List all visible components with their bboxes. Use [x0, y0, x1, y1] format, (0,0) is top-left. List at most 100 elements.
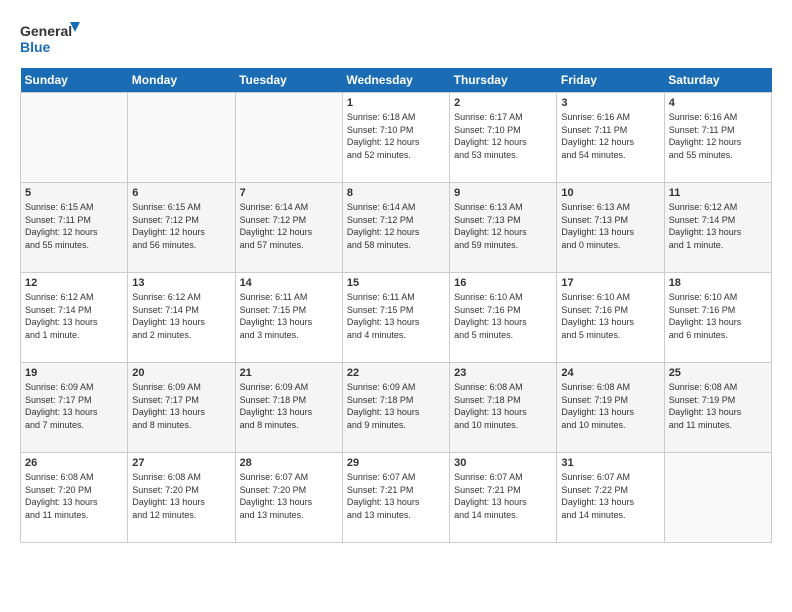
day-number: 21 — [240, 367, 338, 379]
day-number: 28 — [240, 457, 338, 469]
day-number: 23 — [454, 367, 552, 379]
calendar-cell — [664, 453, 771, 543]
calendar-cell: 24 Sunrise: 6:08 AM Sunset: 7:19 PM Dayli… — [557, 363, 664, 453]
calendar-cell: 22 Sunrise: 6:09 AM Sunset: 7:18 PM Dayli… — [342, 363, 449, 453]
col-header-thursday: Thursday — [450, 68, 557, 93]
calendar-cell: 21 Sunrise: 6:09 AM Sunset: 7:18 PM Dayli… — [235, 363, 342, 453]
calendar-cell: 1Sunrise: 6:18 AM Sunset: 7:10 PM Daylig… — [342, 93, 449, 183]
day-number: 3 — [561, 97, 659, 109]
cell-content: Sunrise: 6:10 AM Sunset: 7:16 PM Dayligh… — [561, 291, 659, 341]
cell-content: Sunrise: 6:09 AM Sunset: 7:17 PM Dayligh… — [132, 381, 230, 431]
calendar-cell — [21, 93, 128, 183]
calendar-week-row: 19 Sunrise: 6:09 AM Sunset: 7:17 PM Dayli… — [21, 363, 772, 453]
cell-content: Sunrise: 6:09 AM Sunset: 7:18 PM Dayligh… — [240, 381, 338, 431]
cell-content: Sunrise: 6:08 AM Sunset: 7:20 PM Dayligh… — [25, 471, 123, 521]
day-number: 17 — [561, 277, 659, 289]
calendar-cell: 20Sunrise: 6:09 AM Sunset: 7:17 PM Dayli… — [128, 363, 235, 453]
day-number: 24 — [561, 367, 659, 379]
calendar-cell: 23Sunrise: 6:08 AM Sunset: 7:18 PM Dayli… — [450, 363, 557, 453]
calendar-cell: 11 Sunrise: 6:12 AM Sunset: 7:14 PM Dayli… — [664, 183, 771, 273]
day-number: 15 — [347, 277, 445, 289]
day-number: 4 — [669, 97, 767, 109]
calendar-cell: 4 Sunrise: 6:16 AM Sunset: 7:11 PM Daylig… — [664, 93, 771, 183]
calendar-cell: 18 Sunrise: 6:10 AM Sunset: 7:16 PM Dayli… — [664, 273, 771, 363]
day-number: 14 — [240, 277, 338, 289]
calendar-cell — [128, 93, 235, 183]
calendar-cell: 26 Sunrise: 6:08 AM Sunset: 7:20 PM Dayli… — [21, 453, 128, 543]
cell-content: Sunrise: 6:16 AM Sunset: 7:11 PM Dayligh… — [561, 111, 659, 161]
calendar-cell: 8 Sunrise: 6:14 AM Sunset: 7:12 PM Daylig… — [342, 183, 449, 273]
cell-content: Sunrise: 6:17 AM Sunset: 7:10 PM Dayligh… — [454, 111, 552, 161]
cell-content: Sunrise: 6:07 AM Sunset: 7:22 PM Dayligh… — [561, 471, 659, 521]
cell-content: Sunrise: 6:16 AM Sunset: 7:11 PM Dayligh… — [669, 111, 767, 161]
cell-content: Sunrise: 6:15 AM Sunset: 7:12 PM Dayligh… — [132, 201, 230, 251]
day-number: 11 — [669, 187, 767, 199]
cell-content: Sunrise: 6:07 AM Sunset: 7:21 PM Dayligh… — [347, 471, 445, 521]
day-number: 10 — [561, 187, 659, 199]
calendar-cell: 16 Sunrise: 6:10 AM Sunset: 7:16 PM Dayli… — [450, 273, 557, 363]
day-number: 27 — [132, 457, 230, 469]
cell-content: Sunrise: 6:12 AM Sunset: 7:14 PM Dayligh… — [669, 201, 767, 251]
day-number: 30 — [454, 457, 552, 469]
calendar-cell: 14 Sunrise: 6:11 AM Sunset: 7:15 PM Dayli… — [235, 273, 342, 363]
day-number: 9 — [454, 187, 552, 199]
calendar-cell: 29 Sunrise: 6:07 AM Sunset: 7:21 PM Dayli… — [342, 453, 449, 543]
cell-content: Sunrise: 6:15 AM Sunset: 7:11 PM Dayligh… — [25, 201, 123, 251]
calendar-cell — [235, 93, 342, 183]
cell-content: Sunrise: 6:08 AM Sunset: 7:19 PM Dayligh… — [669, 381, 767, 431]
day-number: 29 — [347, 457, 445, 469]
day-number: 25 — [669, 367, 767, 379]
day-number: 16 — [454, 277, 552, 289]
cell-content: Sunrise: 6:11 AM Sunset: 7:15 PM Dayligh… — [347, 291, 445, 341]
day-number: 19 — [25, 367, 123, 379]
calendar-cell: 25 Sunrise: 6:08 AM Sunset: 7:19 PM Dayli… — [664, 363, 771, 453]
cell-content: Sunrise: 6:09 AM Sunset: 7:17 PM Dayligh… — [25, 381, 123, 431]
logo: General Blue — [20, 20, 80, 58]
cell-content: Sunrise: 6:10 AM Sunset: 7:16 PM Dayligh… — [454, 291, 552, 341]
cell-content: Sunrise: 6:11 AM Sunset: 7:15 PM Dayligh… — [240, 291, 338, 341]
calendar-cell: 2 Sunrise: 6:17 AM Sunset: 7:10 PM Daylig… — [450, 93, 557, 183]
day-number: 7 — [240, 187, 338, 199]
logo-svg: General Blue — [20, 20, 80, 58]
col-header-sunday: Sunday — [21, 68, 128, 93]
day-number: 8 — [347, 187, 445, 199]
day-number: 18 — [669, 277, 767, 289]
calendar-cell: 7 Sunrise: 6:14 AM Sunset: 7:12 PM Daylig… — [235, 183, 342, 273]
cell-content: Sunrise: 6:10 AM Sunset: 7:16 PM Dayligh… — [669, 291, 767, 341]
calendar-week-row: 26 Sunrise: 6:08 AM Sunset: 7:20 PM Dayli… — [21, 453, 772, 543]
cell-content: Sunrise: 6:12 AM Sunset: 7:14 PM Dayligh… — [25, 291, 123, 341]
day-number: 13 — [132, 277, 230, 289]
col-header-wednesday: Wednesday — [342, 68, 449, 93]
svg-text:Blue: Blue — [20, 39, 51, 55]
day-number: 2 — [454, 97, 552, 109]
calendar-cell: 15 Sunrise: 6:11 AM Sunset: 7:15 PM Dayli… — [342, 273, 449, 363]
calendar-cell: 9 Sunrise: 6:13 AM Sunset: 7:13 PM Daylig… — [450, 183, 557, 273]
day-number: 31 — [561, 457, 659, 469]
day-number: 26 — [25, 457, 123, 469]
col-header-friday: Friday — [557, 68, 664, 93]
day-number: 12 — [25, 277, 123, 289]
calendar-cell: 27 Sunrise: 6:08 AM Sunset: 7:20 PM Dayli… — [128, 453, 235, 543]
calendar-cell: 17 Sunrise: 6:10 AM Sunset: 7:16 PM Dayli… — [557, 273, 664, 363]
cell-content: Sunrise: 6:14 AM Sunset: 7:12 PM Dayligh… — [347, 201, 445, 251]
cell-content: Sunrise: 6:13 AM Sunset: 7:13 PM Dayligh… — [561, 201, 659, 251]
day-number: 22 — [347, 367, 445, 379]
cell-content: Sunrise: 6:13 AM Sunset: 7:13 PM Dayligh… — [454, 201, 552, 251]
col-header-monday: Monday — [128, 68, 235, 93]
calendar-cell: 6Sunrise: 6:15 AM Sunset: 7:12 PM Daylig… — [128, 183, 235, 273]
calendar-cell: 19 Sunrise: 6:09 AM Sunset: 7:17 PM Dayli… — [21, 363, 128, 453]
calendar-cell: 31 Sunrise: 6:07 AM Sunset: 7:22 PM Dayli… — [557, 453, 664, 543]
cell-content: Sunrise: 6:14 AM Sunset: 7:12 PM Dayligh… — [240, 201, 338, 251]
calendar-cell: 10 Sunrise: 6:13 AM Sunset: 7:13 PM Dayli… — [557, 183, 664, 273]
day-number: 5 — [25, 187, 123, 199]
col-header-tuesday: Tuesday — [235, 68, 342, 93]
cell-content: Sunrise: 6:12 AM Sunset: 7:14 PM Dayligh… — [132, 291, 230, 341]
cell-content: Sunrise: 6:18 AM Sunset: 7:10 PM Dayligh… — [347, 111, 445, 161]
svg-text:General: General — [20, 23, 72, 39]
cell-content: Sunrise: 6:09 AM Sunset: 7:18 PM Dayligh… — [347, 381, 445, 431]
calendar-week-row: 5 Sunrise: 6:15 AM Sunset: 7:11 PM Daylig… — [21, 183, 772, 273]
calendar-header-row: SundayMondayTuesdayWednesdayThursdayFrid… — [21, 68, 772, 93]
calendar-week-row: 12 Sunrise: 6:12 AM Sunset: 7:14 PM Dayli… — [21, 273, 772, 363]
cell-content: Sunrise: 6:08 AM Sunset: 7:20 PM Dayligh… — [132, 471, 230, 521]
cell-content: Sunrise: 6:08 AM Sunset: 7:19 PM Dayligh… — [561, 381, 659, 431]
